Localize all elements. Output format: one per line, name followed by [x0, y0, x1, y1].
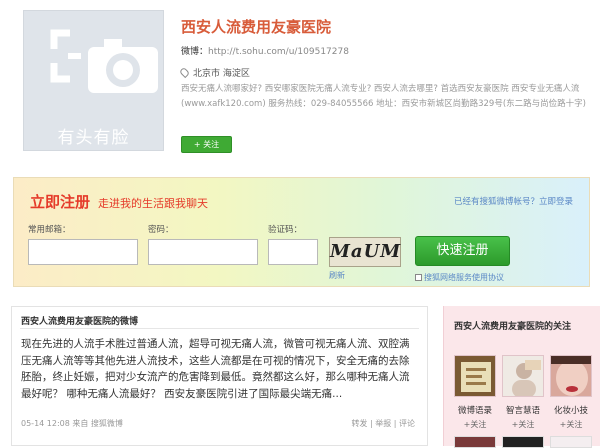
- face-thumb-icon: [551, 356, 591, 396]
- refresh-captcha-link[interactable]: 刷新: [329, 270, 345, 281]
- following-name[interactable]: 化妆小技: [548, 404, 594, 416]
- feed-card: 西安人流费用友豪医院的微博 现在先进的人流手术胜过普通人流，超导可视无痛人流，微…: [11, 306, 428, 446]
- following-thumb[interactable]: [550, 355, 592, 397]
- captcha-label: 验证码：: [268, 225, 303, 235]
- post-source[interactable]: 来自 搜狐微博: [72, 419, 123, 428]
- following-name[interactable]: 智言慧语: [500, 404, 546, 416]
- location: 北京市 海淀区: [178, 66, 250, 79]
- profile-description: 西安无痛人流哪家好? 西安哪家医院无痛人流专业? 西安人流去哪里? 首选西安友豪…: [181, 84, 586, 109]
- weibo-url-link[interactable]: http://t.sohu.com/u/109517278: [208, 47, 349, 57]
- agreement-checkbox[interactable]: [415, 274, 422, 281]
- profile-name[interactable]: 西安人流费用友豪医院: [181, 16, 331, 37]
- following-name[interactable]: 微博语录: [452, 404, 498, 416]
- register-subtitle: 走进我的生活跟我聊天: [98, 197, 208, 210]
- password-field[interactable]: [148, 239, 258, 265]
- feed-title: 西安人流费用友豪医院的微博: [21, 317, 139, 327]
- feed-divider: [20, 328, 419, 329]
- following-thumb-next[interactable]: [550, 436, 592, 448]
- avatar: 有头有脸: [23, 10, 164, 151]
- following-panel: 西安人流费用友豪医院的关注 微博语录 智言慧语 化妆小技 +关注 +关注 +关注: [443, 306, 600, 448]
- post-text: 现在先进的人流手术胜过普通人流，超导可视无痛人流，微管可视无痛人流、双腔满压无痛…: [21, 338, 410, 400]
- email-field[interactable]: [28, 239, 138, 265]
- quick-register-button[interactable]: 快速注册: [415, 236, 510, 266]
- register-title: 立即注册: [30, 193, 91, 211]
- captcha-image: MaUM: [329, 237, 401, 267]
- following-title: 西安人流费用友豪医院的关注: [454, 322, 572, 332]
- avatar-caption: 有头有脸: [57, 128, 130, 148]
- following-thumb[interactable]: [454, 355, 496, 397]
- email-label: 常用邮箱：: [28, 225, 71, 235]
- agreement-link[interactable]: 搜狐网络服务使用协议: [424, 273, 504, 282]
- agreement: 搜狐网络服务使用协议: [415, 272, 504, 283]
- captcha-field[interactable]: [268, 239, 318, 265]
- following-thumb-next[interactable]: [502, 436, 544, 448]
- follow-button[interactable]: + 关注: [181, 136, 232, 153]
- post-actions[interactable]: 转发 | 举报 | 评论: [351, 418, 415, 429]
- location-pin-icon: [178, 66, 191, 79]
- following-thumb[interactable]: [502, 355, 544, 397]
- person-thumb-icon: [503, 356, 543, 396]
- following-thumb-next[interactable]: [454, 436, 496, 448]
- following-follow-button[interactable]: +关注: [500, 419, 546, 430]
- password-label: 密码：: [148, 225, 174, 235]
- weibo-label: 微博：: [181, 47, 209, 57]
- following-follow-button[interactable]: +关注: [548, 419, 594, 430]
- post-meta: 05-14 12:08 来自 搜狐微博: [21, 418, 123, 429]
- post-timestamp: 05-14 12:08: [21, 419, 70, 428]
- weibo-url-line: 微博：http://t.sohu.com/u/109517278: [181, 44, 349, 57]
- following-follow-button[interactable]: +关注: [452, 419, 498, 430]
- login-link[interactable]: 已经有搜狐微博帐号？立即登录: [454, 195, 573, 207]
- book-thumb-icon: [455, 356, 495, 396]
- location-text: 北京市 海淀区: [193, 69, 250, 79]
- register-panel: 立即注册 走进我的生活跟我聊天 已经有搜狐微博帐号？立即登录 常用邮箱： 密码：…: [13, 177, 590, 287]
